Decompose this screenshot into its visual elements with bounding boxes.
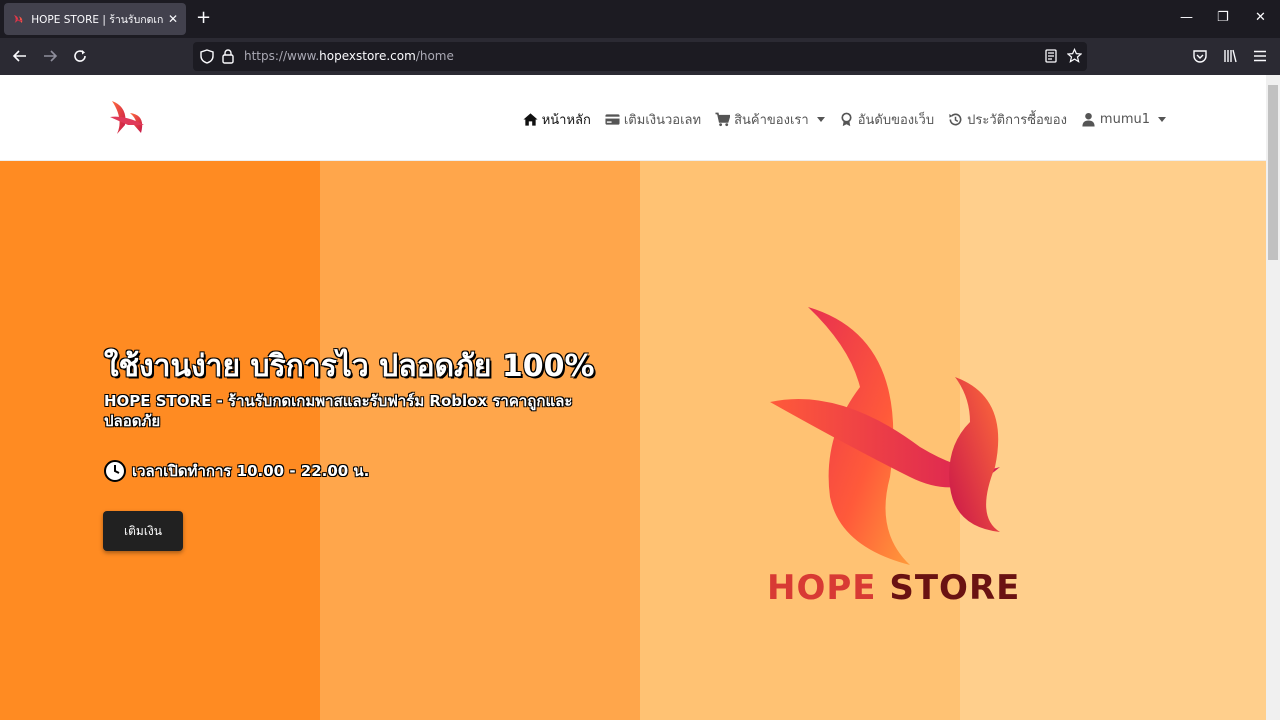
hero-subtitle: HOPE STORE - ร้านรับกดเกมพาสและรับฟาร์ม … <box>104 392 573 430</box>
menu-item-wallet[interactable]: เติมเงินวอเลท <box>605 109 701 130</box>
menu-item-home[interactable]: หน้าหลัก <box>523 109 591 130</box>
brand-store: STORE <box>889 568 1021 608</box>
award-icon <box>841 112 852 127</box>
browser-tab[interactable]: HOPE STORE | ร้านรับกดเกมพาส ✕ <box>4 3 186 35</box>
history-icon <box>949 113 962 126</box>
tab-close-icon[interactable]: ✕ <box>168 12 178 26</box>
library-icon[interactable] <box>1223 49 1237 63</box>
site-header: หน้าหลัก เติมเงินวอเลท สินค้าของเรา อันด… <box>0 75 1266 161</box>
topup-button[interactable]: เติมเงิน <box>103 511 183 551</box>
browser-navbar: https://www.hopexstore.com/home <box>0 38 1280 75</box>
page-scrollbar[interactable] <box>1266 75 1280 720</box>
forward-arrow-icon[interactable] <box>42 48 58 64</box>
web-page: หน้าหลัก เติมเงินวอเลท สินค้าของเรา อันด… <box>0 75 1266 720</box>
hero-stripe <box>0 161 320 720</box>
menu-item-ranking[interactable]: อันดับของเว็บ <box>839 109 934 130</box>
opening-hours-text: เวลาเปิดทำการ 10.00 - 22.00 น. <box>132 462 370 480</box>
lock-icon[interactable] <box>222 49 234 64</box>
site-favicon-icon <box>13 15 23 23</box>
chevron-down-icon <box>1158 117 1166 122</box>
menu-label-wallet: เติมเงินวอเลท <box>623 113 702 128</box>
cart-icon <box>715 112 731 127</box>
brand-name: HOPE STORE <box>767 568 1020 608</box>
scrollbar-thumb[interactable] <box>1268 85 1278 260</box>
shield-icon[interactable] <box>200 49 214 64</box>
menu-label-ranking: อันดับของเว็บ <box>857 113 935 128</box>
menu-label-products: สินค้าของเรา <box>734 113 809 128</box>
menu-label-home: หน้าหลัก <box>541 113 591 128</box>
menu-item-history[interactable]: ประวัติการซื้อของ <box>948 109 1067 130</box>
close-window-button[interactable]: ✕ <box>1255 10 1266 25</box>
bookmark-star-icon[interactable] <box>1067 48 1082 63</box>
hope-store-logo-icon <box>770 307 1000 565</box>
reader-view-icon[interactable] <box>1045 49 1057 63</box>
site-logo-icon[interactable] <box>108 99 148 139</box>
tab-title: HOPE STORE | ร้านรับกดเกมพาส <box>31 13 164 26</box>
new-tab-button[interactable]: + <box>196 9 211 27</box>
menu-item-products[interactable]: สินค้าของเรา <box>715 109 825 130</box>
home-icon <box>523 113 538 126</box>
hero-title: ใช้งานง่าย บริการไว ปลอดภัย 100% <box>104 349 595 384</box>
opening-hours: เวลาเปิดทำการ 10.00 - 22.00 น. <box>104 459 369 483</box>
hero-stripe <box>320 161 640 720</box>
back-arrow-icon[interactable] <box>12 48 28 64</box>
browser-tabbar: HOPE STORE | ร้านรับกดเกมพาส ✕ + — ❐ ✕ <box>0 0 1280 38</box>
minimize-button[interactable]: — <box>1180 10 1193 25</box>
hamburger-menu-icon[interactable] <box>1253 50 1267 62</box>
chevron-down-icon <box>816 117 825 122</box>
hero-section: ใช้งานง่าย บริการไว ปลอดภัย 100% HOPE ST… <box>0 161 1266 720</box>
url-text[interactable]: https://www.hopexstore.com/home <box>244 49 454 63</box>
menu-label-history: ประวัติการซื้อของ <box>967 113 1067 128</box>
url-bar[interactable]: https://www.hopexstore.com/home <box>193 42 1087 71</box>
pocket-icon[interactable] <box>1193 50 1207 63</box>
main-menu: หน้าหลัก เติมเงินวอเลท สินค้าของเรา อันด… <box>523 109 1166 130</box>
user-icon <box>1082 112 1095 127</box>
brand-hope: HOPE <box>767 568 877 608</box>
credit-card-icon <box>605 114 620 125</box>
clock-icon <box>104 460 126 482</box>
reload-icon[interactable] <box>72 48 88 64</box>
menu-label-user: mumu1 <box>1099 112 1150 127</box>
menu-item-user[interactable]: mumu1 <box>1081 112 1166 127</box>
restore-button[interactable]: ❐ <box>1217 10 1229 25</box>
